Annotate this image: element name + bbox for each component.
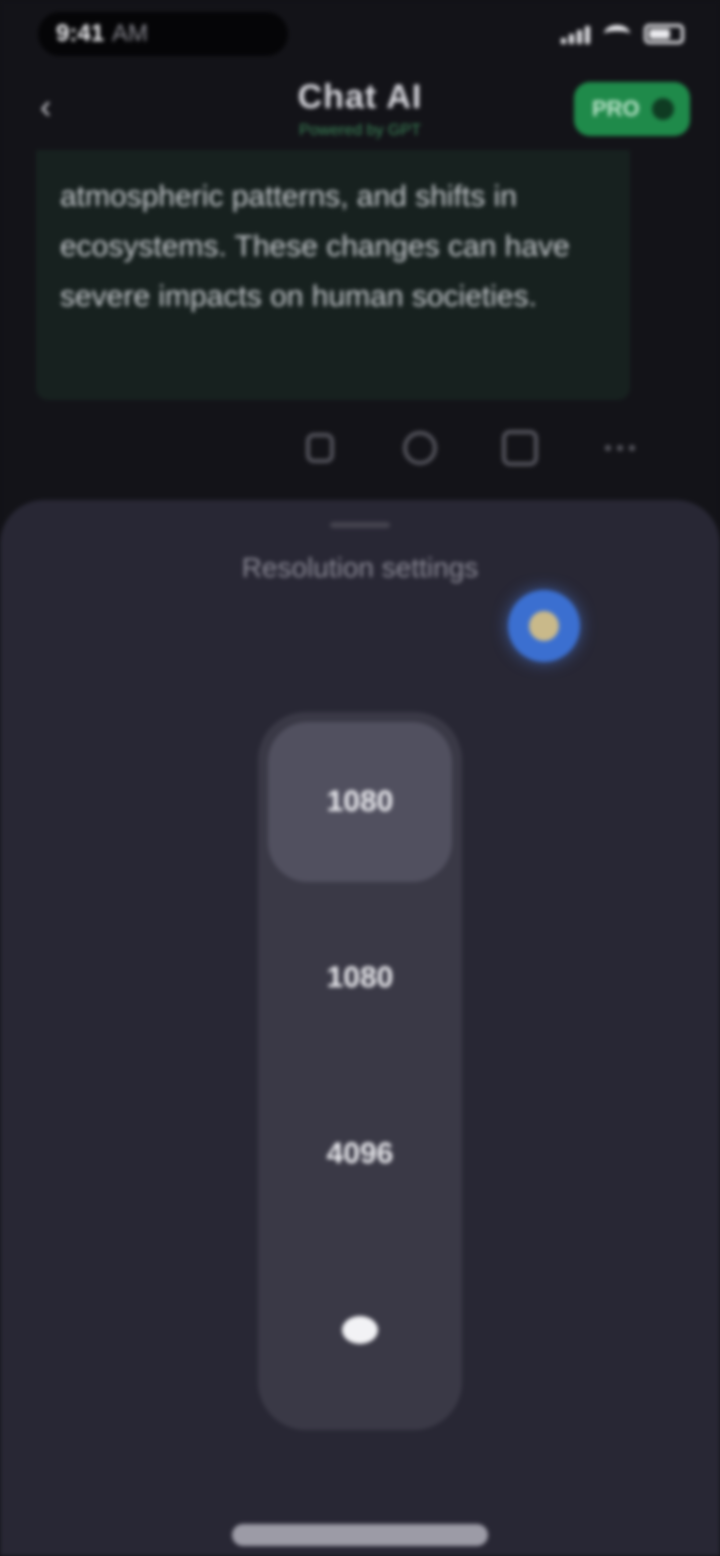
resolution-option-label: 4096 <box>326 1137 394 1170</box>
home-indicator[interactable] <box>232 1524 488 1546</box>
thumbs-up-icon <box>306 433 334 463</box>
signal-icon <box>561 24 590 44</box>
resolution-option[interactable]: 1080 <box>268 898 452 1058</box>
status-time-pill: 9:41 AM <box>38 12 288 56</box>
share-icon <box>403 431 437 465</box>
status-time: 9:41 <box>56 20 105 47</box>
info-button[interactable] <box>508 590 580 662</box>
sheet-grabber[interactable] <box>330 522 390 528</box>
bottom-sheet: Resolution settings 1080 1080 4096 <box>0 500 720 1556</box>
copy-icon <box>502 430 538 466</box>
more-button[interactable] <box>600 428 640 468</box>
sheet-title: Resolution settings <box>241 552 479 583</box>
wifi-icon <box>604 25 630 43</box>
status-carrier: AM <box>112 20 149 47</box>
resolution-option[interactable]: 1080 <box>268 722 452 882</box>
message-text: atmospheric patterns, and shifts in ecos… <box>60 180 570 313</box>
copy-button[interactable] <box>500 428 540 468</box>
thumbs-up-button[interactable] <box>300 428 340 468</box>
brightness-option[interactable] <box>268 1250 452 1410</box>
resolution-option-label: 1080 <box>326 961 394 994</box>
resolution-option-label: 1080 <box>326 785 394 818</box>
resolution-picker: 1080 1080 4096 <box>258 712 462 1430</box>
battery-icon <box>644 24 684 44</box>
more-icon <box>605 445 635 451</box>
status-bar: 9:41 AM <box>0 0 720 70</box>
resolution-option[interactable]: 4096 <box>268 1074 452 1234</box>
info-icon <box>529 611 559 641</box>
pro-button[interactable]: PRO <box>574 82 690 136</box>
screen: 9:41 AM ‹ Chat AI Powered by GPT PRO atm… <box>0 0 720 1556</box>
pro-label: PRO <box>592 96 640 121</box>
sun-icon <box>342 1316 378 1344</box>
status-icons <box>561 24 684 44</box>
plus-icon <box>652 98 674 120</box>
app-bar: ‹ Chat AI Powered by GPT PRO <box>0 70 720 150</box>
share-button[interactable] <box>400 428 440 468</box>
message-actions <box>300 420 640 476</box>
assistant-message: atmospheric patterns, and shifts in ecos… <box>36 150 630 400</box>
